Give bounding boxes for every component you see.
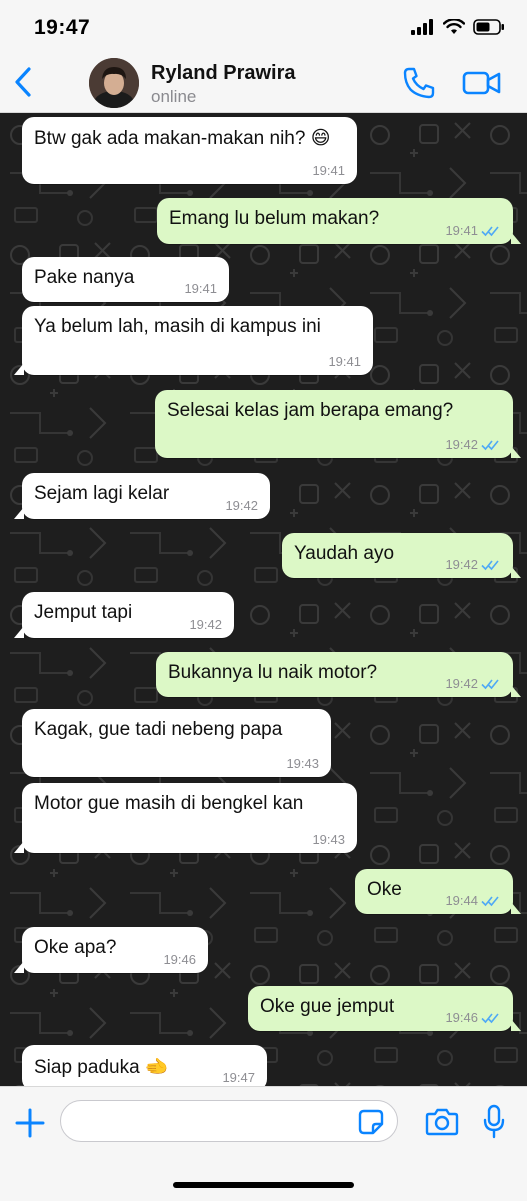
message-time: 19:42 [445,437,478,452]
voice-message-button[interactable] [482,1104,506,1140]
composer-bar [0,1086,527,1201]
message-bubble-incoming[interactable]: Motor gue masih di bengkel kan 19:43 [14,783,357,853]
double-check-icon [481,225,499,236]
bubble-tail [511,566,521,578]
message-bubble-outgoing[interactable]: Bukannya lu naik motor? 19:42 [156,652,521,697]
message-bubble-outgoing[interactable]: Emang lu belum makan? 19:41 [157,198,521,244]
sticker-icon [358,1109,384,1135]
message-time: 19:41 [445,223,478,238]
double-check-icon [481,439,499,450]
message-bubble-incoming[interactable]: Jemput tapi 19:42 [14,592,234,638]
message-text: Ya belum lah, masih di kampus ini [34,316,321,337]
message-time: 19:42 [225,498,258,513]
video-icon [462,71,501,95]
message-text: Oke apa? [34,937,117,958]
bubble-tail [511,902,521,914]
message-text: Siap paduka 🫲 [34,1057,169,1078]
message-bubble-incoming[interactable]: Sejam lagi kelar 19:42 [14,473,270,519]
message-meta: 19:42 [445,676,501,691]
bubble-tail [511,685,521,697]
battery-icon [473,19,504,35]
message-meta: 19:44 [445,893,501,908]
message-bubble-incoming[interactable]: Oke apa? 19:46 [14,927,208,973]
message-time: 19:46 [163,952,196,967]
message-time: 19:41 [312,163,345,178]
message-bubble-incoming[interactable]: Ya belum lah, masih di kampus ini 19:41 [14,306,373,375]
double-check-icon [481,559,499,570]
message-bubble-outgoing[interactable]: Selesai kelas jam berapa emang? 19:42 [155,390,521,458]
message-time: 19:42 [189,617,222,632]
double-check-icon [481,895,499,906]
message-time: 19:43 [286,756,319,771]
message-time: 19:42 [445,557,478,572]
message-bubble-incoming[interactable]: Kagak, gue tadi nebeng papa 19:43 [22,709,331,777]
message-meta: 19:42 [445,557,501,572]
message-input[interactable] [60,1100,398,1142]
bubble-tail [511,232,521,244]
bubble-tail [14,841,24,853]
video-call-button[interactable] [462,68,502,98]
message-bubble-outgoing[interactable]: Oke 19:44 [355,869,521,914]
message-bubble-incoming[interactable]: Siap paduka 🫲 19:47 [22,1045,267,1086]
message-bubble-incoming[interactable]: Pake nanya 19:41 [22,257,229,302]
sticker-button[interactable] [358,1109,384,1135]
bubble-tail [511,1019,521,1031]
message-text: Kagak, gue tadi nebeng papa [34,719,283,740]
contact-name[interactable]: Ryland Prawira [151,62,296,85]
home-indicator [173,1182,354,1188]
message-meta: 19:41 [445,223,501,238]
chat-area[interactable]: Btw gak ada makan-makan nih? 😄 19:41 Ema… [0,113,527,1086]
phone-icon [403,67,435,99]
message-text: Yaudah ayo [294,543,395,564]
message-text: Oke gue jemput [260,996,395,1017]
message-time: 19:46 [445,1010,478,1025]
signal-icon [411,19,433,35]
back-chevron-icon [15,67,31,97]
wifi-icon [443,19,465,34]
message-text: Emang lu belum makan? [169,208,380,229]
bubble-tail [14,626,24,638]
status-time: 19:47 [34,16,91,39]
message-bubble-outgoing[interactable]: Oke gue jemput 19:46 [248,986,521,1031]
message-time: 19:41 [328,354,361,369]
message-text: Oke [367,879,402,900]
avatar[interactable] [89,58,139,108]
message-meta: 19:46 [445,1010,501,1025]
message-bubble-outgoing[interactable]: Yaudah ayo 19:42 [282,533,521,578]
mic-icon [483,1104,505,1139]
message-time: 19:43 [312,832,345,847]
message-time: 19:44 [445,893,478,908]
message-text: Btw gak ada makan-makan nih? 😄 [34,128,331,149]
message-bubble-incoming[interactable]: Btw gak ada makan-makan nih? 😄 19:41 [22,117,357,184]
back-button[interactable] [8,62,38,102]
bubble-tail [14,961,24,973]
chat-header: Ryland Prawira online [0,52,527,113]
contact-status: online [151,87,197,106]
message-text: Bukannya lu naik motor? [168,662,378,683]
status-bar: 19:47 [0,0,527,52]
bubble-tail [14,507,24,519]
message-text: Selesai kelas jam berapa emang? [167,400,454,421]
message-text: Jemput tapi [34,602,133,623]
double-check-icon [481,1012,499,1023]
message-time: 19:47 [222,1070,255,1085]
status-icons [411,17,505,37]
bubble-tail [511,446,521,458]
bubble-tail [14,363,24,375]
double-check-icon [481,678,499,689]
attach-button[interactable] [14,1107,46,1139]
message-time: 19:41 [184,281,217,296]
plus-icon [15,1108,45,1138]
avatar-image [89,58,139,108]
voice-call-button[interactable] [402,66,436,100]
message-text: Sejam lagi kelar [34,483,170,504]
message-text: Motor gue masih di bengkel kan [34,793,304,814]
message-time: 19:42 [445,676,478,691]
message-meta: 19:42 [445,437,501,452]
camera-icon [425,1108,459,1136]
message-text: Pake nanya [34,267,135,288]
camera-button[interactable] [425,1107,459,1137]
